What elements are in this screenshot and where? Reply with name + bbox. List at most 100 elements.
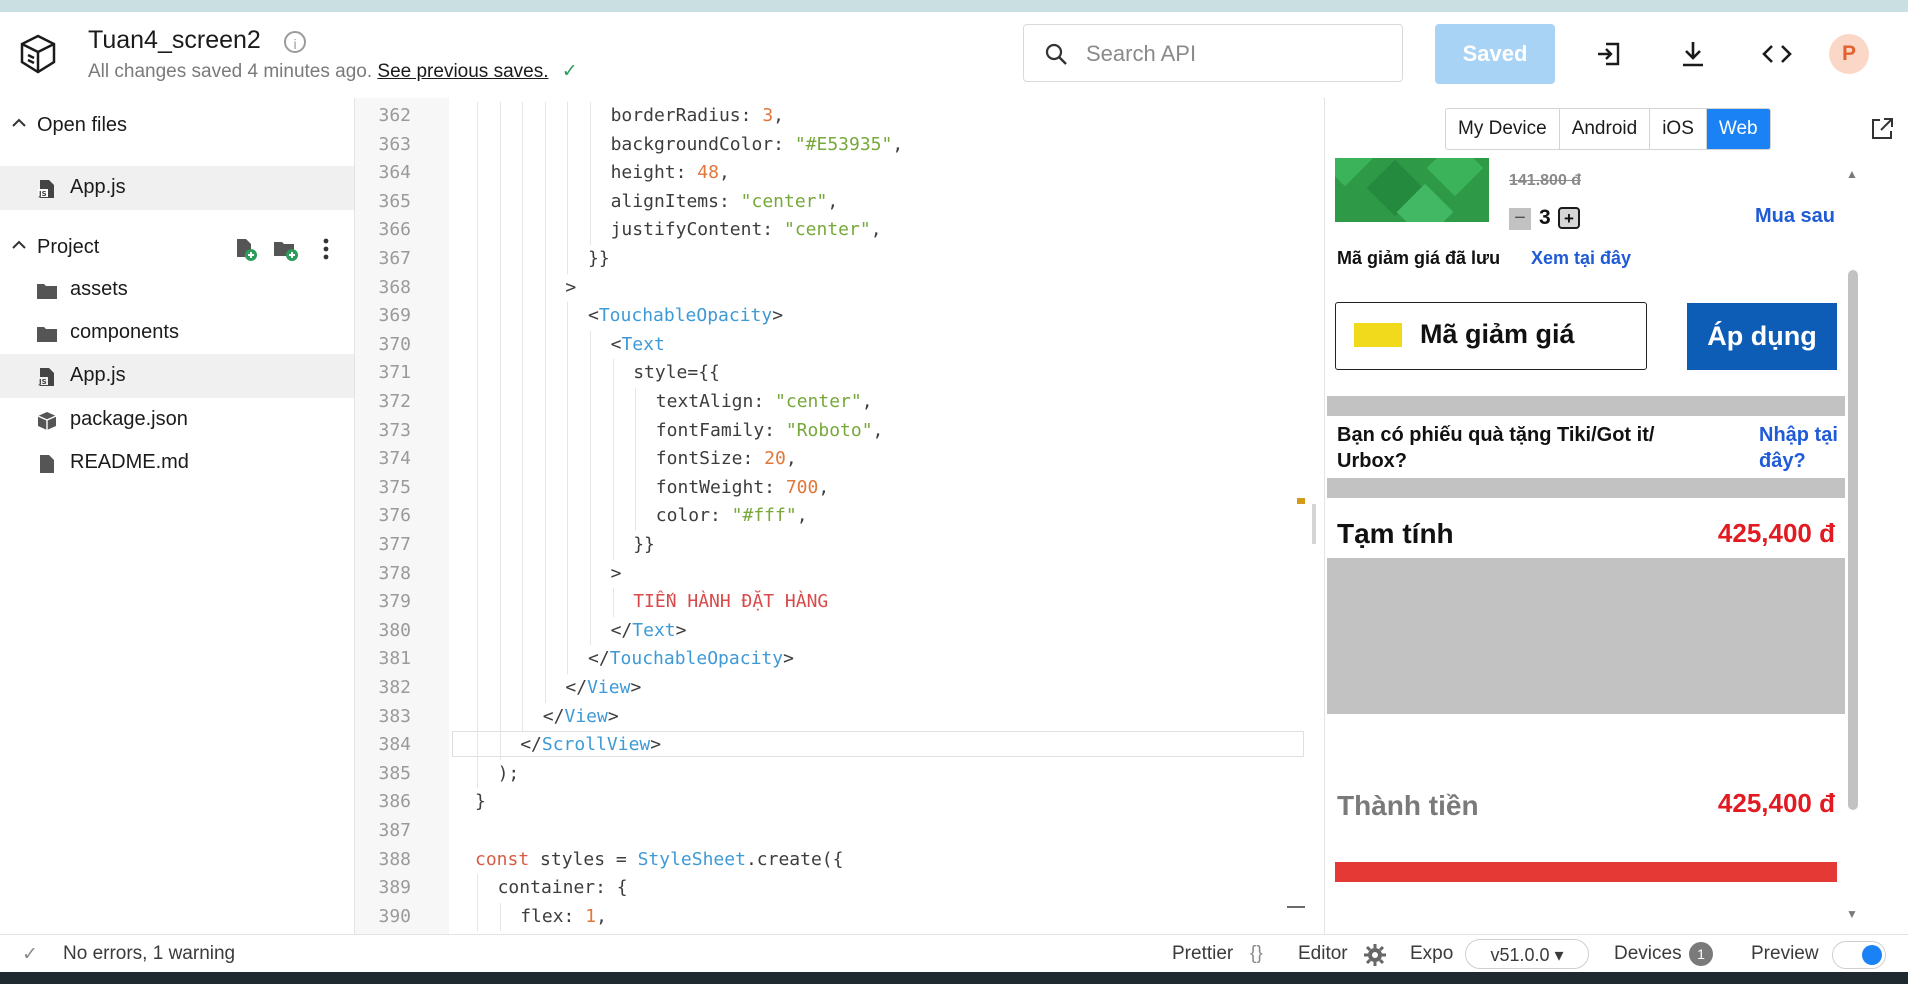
code-line[interactable]: 381 </TouchableOpacity> — [355, 645, 1323, 674]
project-item-package-json[interactable]: package.json — [0, 398, 354, 442]
editor-label[interactable]: Editor — [1298, 943, 1348, 965]
code-line[interactable]: 387 — [355, 817, 1323, 845]
code-line[interactable]: 369 <TouchableOpacity> — [355, 302, 1323, 331]
code-line[interactable]: 367}} — [355, 245, 1323, 274]
code-line[interactable]: 363 backgroundColor: "#E53935", — [355, 130, 1323, 160]
sdk-version-select[interactable]: v51.0.0 ▾ — [1465, 939, 1589, 969]
qty-plus-button[interactable]: + — [1558, 207, 1580, 229]
code-line[interactable]: 389 container: { — [355, 874, 1323, 903]
code-line[interactable]: 384 </ScrollView> — [355, 731, 1323, 760]
tab-ios[interactable]: iOS — [1650, 109, 1707, 149]
search-input[interactable] — [1084, 35, 1388, 73]
preview-toggle[interactable] — [1832, 941, 1886, 969]
braces-icon[interactable]: {} — [1250, 943, 1263, 965]
code-line[interactable]: 368 > — [355, 273, 1323, 303]
indent-guide — [522, 102, 524, 131]
apply-coupon-button[interactable]: Áp dụng — [1687, 303, 1837, 370]
qty-minus-button[interactable]: − — [1509, 208, 1531, 230]
code-line[interactable]: 364 height: 48, — [355, 159, 1323, 188]
code-editor[interactable]: 362 borderRadius: 3, 363 backgroundColor: "… — [355, 98, 1323, 934]
code-line[interactable]: 388 const styles = StyleSheet.create({ — [355, 846, 1323, 874]
buy-later-link[interactable]: Mua sau — [1755, 205, 1835, 228]
code-line[interactable]: 379 TIẾN HÀNH ĐẶT HÀNG — [355, 588, 1323, 617]
tab-android[interactable]: Android — [1560, 109, 1651, 149]
code-line[interactable]: 374 fontSize: 20, — [355, 445, 1323, 474]
user-avatar[interactable]: P — [1829, 34, 1869, 74]
coupon-tag-icon — [1354, 323, 1402, 347]
warning-marker[interactable] — [1297, 498, 1305, 504]
prettier-label[interactable]: Prettier — [1172, 943, 1233, 965]
open-external-icon[interactable] — [1869, 116, 1895, 142]
gift-card-link[interactable]: Nhập tại đây? — [1759, 422, 1845, 474]
preview-scrollbar[interactable] — [1848, 270, 1858, 810]
indent-guide — [612, 531, 614, 560]
indent-guide — [567, 330, 569, 360]
open-files-header[interactable]: Open files — [0, 106, 354, 146]
indent-guide — [544, 674, 546, 703]
code-token: > — [607, 705, 619, 727]
project-item-app-js[interactable]: JS App.js — [0, 354, 354, 398]
devices-label[interactable]: Devices — [1614, 943, 1682, 965]
project-item-readme[interactable]: README.md — [0, 441, 354, 485]
indent-guide — [499, 273, 501, 303]
new-file-icon[interactable] — [232, 236, 258, 262]
editor-scrollbar[interactable] — [1312, 504, 1316, 544]
code-line[interactable]: 382 </View> — [355, 674, 1323, 703]
code-line[interactable]: 373 fontFamily: "Roboto", — [355, 416, 1323, 446]
search-box[interactable] — [1023, 24, 1403, 82]
code-line[interactable]: 390 flex: 1, — [355, 902, 1323, 932]
total-value: 425,400 đ — [1717, 788, 1835, 818]
place-order-button[interactable] — [1335, 862, 1837, 882]
project-title[interactable]: Tuan4_screen2 — [88, 26, 261, 55]
snack-logo-icon[interactable] — [18, 32, 58, 76]
code-line[interactable]: 371 style={{ — [355, 359, 1323, 388]
code-line[interactable]: 376 color: "#fff", — [355, 502, 1323, 531]
code-line[interactable]: 372 textAlign: "center", — [355, 388, 1323, 417]
code-line[interactable]: 378 > — [355, 559, 1323, 589]
code-line[interactable]: 365 alignItems: "center", — [355, 187, 1323, 217]
download-icon[interactable] — [1673, 34, 1713, 74]
indent-guide — [567, 502, 569, 531]
code-line[interactable]: 375 fontWeight: 700, — [355, 473, 1323, 503]
indent-guide — [477, 902, 478, 932]
code-line[interactable]: 362 borderRadius: 3, — [355, 102, 1323, 131]
code-line[interactable]: 385); — [355, 759, 1323, 789]
project-item-components[interactable]: components — [0, 311, 354, 355]
indent-guide — [499, 702, 501, 732]
scroll-up-icon[interactable]: ▲ — [1845, 168, 1859, 180]
more-options-icon[interactable] — [313, 236, 339, 262]
saved-button[interactable]: Saved — [1435, 24, 1555, 84]
import-icon[interactable] — [1590, 34, 1630, 74]
code-text: fontSize: 20, — [656, 448, 797, 469]
open-file-item[interactable]: JS App.js — [0, 166, 354, 210]
info-icon[interactable]: i — [284, 31, 306, 53]
code-line[interactable]: 383 </View> — [355, 702, 1323, 732]
code-line[interactable]: 370 <Text — [355, 330, 1323, 360]
new-folder-icon[interactable] — [272, 236, 298, 262]
scroll-down-icon[interactable]: ▼ — [1845, 908, 1859, 920]
code-line[interactable]: 366 justifyContent: "center", — [355, 216, 1323, 245]
indent-guide — [499, 616, 501, 646]
embed-code-icon[interactable] — [1757, 34, 1797, 74]
code-token: height: — [610, 162, 698, 184]
code-line[interactable]: 377}} — [355, 531, 1323, 560]
indent-guide — [590, 445, 591, 474]
code-line[interactable]: 380 </Text> — [355, 616, 1323, 646]
project-item-assets[interactable]: assets — [0, 268, 354, 312]
line-number: 373 — [378, 419, 411, 441]
gear-icon[interactable] — [1363, 943, 1387, 967]
coupon-input[interactable]: Mã giảm giá — [1335, 302, 1647, 370]
project-header[interactable]: Project — [0, 228, 354, 268]
code-text: fontFamily: "Roboto", — [656, 420, 884, 441]
web-preview-screen: 141.800 đ − 3 + Mua sau Mã giảm giá đã l… — [1327, 158, 1845, 934]
code-line[interactable]: 386} — [355, 788, 1323, 816]
tab-my-device[interactable]: My Device — [1446, 109, 1560, 149]
see-previous-saves-link[interactable]: See previous saves. — [377, 61, 548, 82]
line-number: 370 — [378, 333, 411, 355]
gray-spacer — [1327, 558, 1845, 714]
problems-status[interactable]: No errors, 1 warning — [63, 943, 235, 965]
indent-guide — [612, 445, 614, 474]
coupon-see-link[interactable]: Xem tại đây — [1531, 248, 1631, 269]
tab-web[interactable]: Web — [1706, 109, 1770, 149]
code-token: > — [630, 677, 642, 698]
